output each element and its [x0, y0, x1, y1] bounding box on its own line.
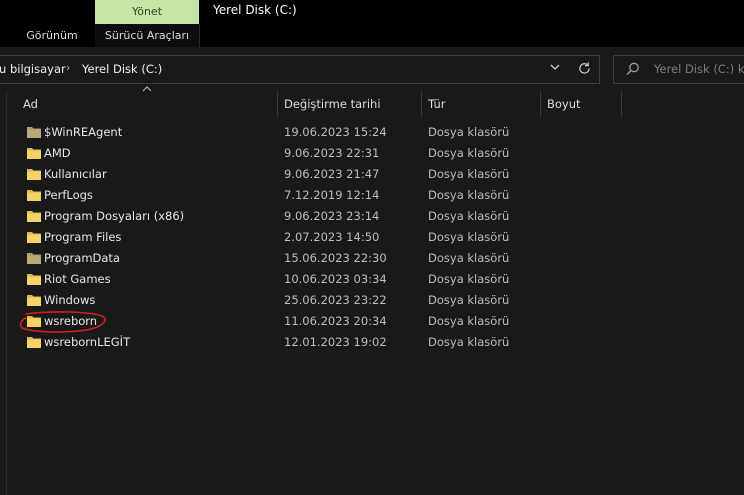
tab-view[interactable]: Görünüm — [0, 24, 104, 47]
file-row[interactable]: ProgramData 15.06.2023 22:30 Dosya klasö… — [22, 248, 744, 269]
file-modified: 15.06.2023 22:30 — [284, 251, 387, 265]
folder-icon — [27, 253, 41, 264]
refresh-icon[interactable] — [576, 61, 592, 77]
red-circle-annotation — [19, 311, 106, 333]
navigation-pane-edge[interactable] — [6, 91, 7, 495]
folder-icon — [27, 232, 41, 243]
address-bar[interactable]: u bilgisayar › Yerel Disk (C:) — [0, 55, 600, 84]
breadcrumb-separator-icon[interactable]: › — [66, 61, 70, 74]
folder-icon — [27, 337, 41, 348]
file-name: Windows — [44, 293, 96, 307]
folder-icon — [27, 211, 41, 222]
folder-icon — [27, 148, 41, 159]
file-modified: 11.06.2023 20:34 — [284, 314, 387, 328]
file-row[interactable]: wsrebornLEGİT 12.01.2023 19:02 Dosya kla… — [22, 332, 744, 353]
file-row[interactable]: $WinREAgent 19.06.2023 15:24 Dosya klasö… — [22, 122, 744, 143]
search-icon — [626, 62, 639, 75]
file-name: $WinREAgent — [44, 125, 123, 139]
file-row[interactable]: Program Files 2.07.2023 14:50 Dosya klas… — [22, 227, 744, 248]
column-header-type[interactable]: Tür — [422, 91, 540, 117]
file-modified: 9.06.2023 21:47 — [284, 167, 380, 181]
file-type: Dosya klasörü — [428, 293, 510, 307]
file-type: Dosya klasörü — [428, 272, 510, 286]
breadcrumb-local-disk[interactable]: Yerel Disk (C:) — [82, 62, 162, 76]
folder-icon — [27, 190, 41, 201]
file-row[interactable]: Program Dosyaları (x86) 9.06.2023 23:14 … — [22, 206, 744, 227]
address-row: u bilgisayar › Yerel Disk (C:) Yerel Dis… — [0, 47, 744, 91]
file-type: Dosya klasörü — [428, 251, 510, 265]
chevron-down-icon[interactable] — [547, 61, 563, 77]
column-header-modified[interactable]: Değiştirme tarihi — [278, 91, 421, 117]
file-modified: 2.07.2023 14:50 — [284, 230, 380, 244]
search-input[interactable]: Yerel Disk (C:) kla — [613, 55, 744, 84]
file-modified: 9.06.2023 22:31 — [284, 146, 380, 160]
file-modified: 19.06.2023 15:24 — [284, 125, 387, 139]
folder-icon — [27, 295, 41, 306]
file-name: AMD — [44, 146, 71, 160]
search-placeholder: Yerel Disk (C:) kla — [654, 62, 744, 76]
file-modified: 9.06.2023 23:14 — [284, 209, 380, 223]
file-row[interactable]: Windows 25.06.2023 23:22 Dosya klasörü — [22, 290, 744, 311]
ribbon: Yönet Yerel Disk (C:) Görünüm Sürücü Ara… — [0, 0, 744, 47]
column-header-size[interactable]: Boyut — [541, 91, 621, 117]
column-divider[interactable] — [621, 91, 622, 117]
file-type: Dosya klasörü — [428, 146, 510, 160]
file-type: Dosya klasörü — [428, 188, 510, 202]
tab-manage[interactable]: Yönet — [95, 0, 199, 24]
file-type: Dosya klasörü — [428, 314, 510, 328]
folder-icon — [27, 274, 41, 285]
folder-icon — [27, 127, 41, 138]
file-name: Kullanıcılar — [44, 167, 107, 181]
window-title: Yerel Disk (C:) — [213, 3, 297, 17]
file-row[interactable]: Riot Games 10.06.2023 03:34 Dosya klasör… — [22, 269, 744, 290]
file-name: Riot Games — [44, 272, 111, 286]
file-name: ProgramData — [44, 251, 120, 265]
file-modified: 12.01.2023 19:02 — [284, 335, 387, 349]
file-type: Dosya klasörü — [428, 209, 510, 223]
file-name: Program Dosyaları (x86) — [44, 209, 185, 223]
file-row[interactable]: PerfLogs 7.12.2019 12:14 Dosya klasörü — [22, 185, 744, 206]
file-modified: 10.06.2023 03:34 — [284, 272, 387, 286]
tab-drive-tools[interactable]: Sürücü Araçları — [95, 24, 200, 47]
file-row[interactable]: Kullanıcılar 9.06.2023 21:47 Dosya klasö… — [22, 164, 744, 185]
file-name: PerfLogs — [44, 188, 93, 202]
file-type: Dosya klasörü — [428, 125, 510, 139]
file-row[interactable]: wsreborn 11.06.2023 20:34 Dosya klasörü — [22, 311, 744, 332]
file-modified: 25.06.2023 23:22 — [284, 293, 387, 307]
file-row[interactable]: AMD 9.06.2023 22:31 Dosya klasörü — [22, 143, 744, 164]
column-header-name[interactable]: Ad — [17, 91, 276, 117]
folder-icon — [27, 169, 41, 180]
file-name: wsrebornLEGİT — [44, 335, 131, 349]
file-name: Program Files — [44, 230, 122, 244]
file-modified: 7.12.2019 12:14 — [284, 188, 380, 202]
file-type: Dosya klasörü — [428, 230, 510, 244]
file-type: Dosya klasörü — [428, 167, 510, 181]
breadcrumb-this-pc[interactable]: u bilgisayar — [0, 62, 66, 76]
file-type: Dosya klasörü — [428, 335, 510, 349]
